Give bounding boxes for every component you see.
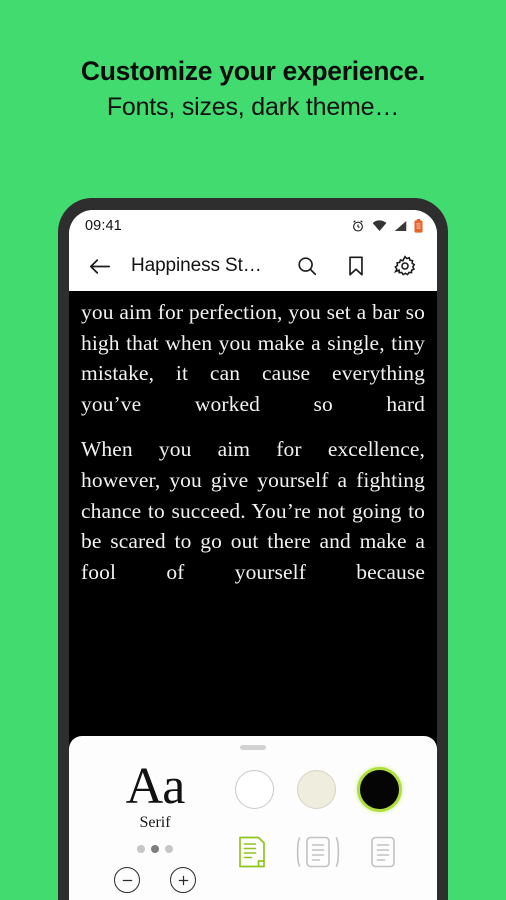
back-button[interactable] [83, 249, 117, 283]
theme-swatches [219, 770, 415, 809]
promo-banner: Customize your experience. Fonts, sizes,… [0, 56, 506, 122]
promo-title: Customize your experience. [80, 56, 426, 86]
alarm-icon [351, 219, 365, 233]
status-icons [351, 218, 423, 233]
battery-icon [414, 218, 423, 233]
increase-font-size-button[interactable] [170, 867, 196, 894]
font-name-label: Serif [139, 814, 171, 832]
promo-subtitle: Fonts, sizes, dark theme… [106, 93, 400, 122]
theme-light-swatch[interactable] [234, 770, 274, 809]
search-icon[interactable] [290, 249, 324, 283]
layout-page-icon[interactable] [369, 835, 397, 869]
pager-dot[interactable] [137, 845, 145, 854]
pager-dot[interactable] [165, 845, 173, 854]
settings-gear-icon[interactable] [388, 249, 422, 283]
app-toolbar: Happiness St… [69, 241, 437, 291]
pager-dot-active[interactable] [151, 845, 159, 854]
font-preview: Aa [125, 758, 186, 815]
settings-grid: Aa Serif [69, 750, 437, 894]
font-settings-column: Aa Serif [91, 756, 219, 894]
layout-modes [219, 835, 415, 869]
font-size-controls [114, 867, 196, 894]
status-bar: 09:41 [69, 210, 437, 241]
reader-paragraph: When you aim for excellence, however, yo… [81, 437, 425, 584]
theme-dark-swatch[interactable] [360, 770, 400, 809]
layout-scroll-icon[interactable] [237, 835, 267, 869]
display-settings-sheet: Aa Serif [69, 736, 437, 900]
bookmark-icon[interactable] [339, 249, 373, 283]
layout-book-icon[interactable] [295, 835, 341, 869]
font-pager-dots[interactable] [137, 845, 173, 854]
theme-sepia-swatch[interactable] [297, 770, 337, 809]
decrease-font-size-button[interactable] [114, 867, 140, 894]
reader-paragraph: you aim for perfection, you set a bar so… [81, 300, 425, 416]
status-time: 09:41 [85, 217, 122, 234]
signal-icon [394, 220, 407, 232]
phone-mockup: 09:41 Happiness St… you aim for perfecti… [58, 198, 448, 900]
toolbar-actions [290, 249, 422, 283]
wifi-icon [372, 219, 387, 232]
theme-layout-column [219, 756, 415, 893]
book-title: Happiness St… [131, 255, 262, 276]
phone-screen: 09:41 Happiness St… you aim for perfecti… [69, 210, 437, 900]
